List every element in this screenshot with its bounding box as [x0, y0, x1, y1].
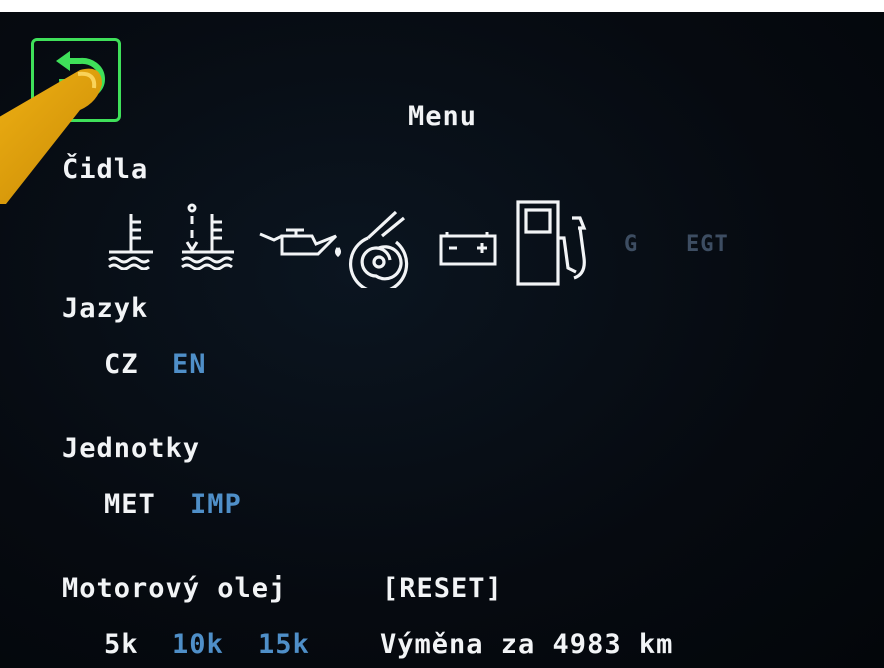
turbo-icon[interactable] [346, 208, 412, 288]
oil-interval-5k[interactable]: 5k [104, 630, 139, 660]
oil-reset-button[interactable]: [RESET] [382, 574, 503, 604]
oil-can-icon[interactable] [256, 224, 342, 264]
oil-interval-10k[interactable]: 10k [172, 630, 224, 660]
oil-label: Motorový olej [62, 573, 287, 604]
language-option-cz[interactable]: CZ [104, 350, 139, 380]
coolant-level-temp-icon[interactable] [178, 202, 238, 270]
oil-change-text: Výměna za 4983 km [380, 629, 674, 660]
units-option-met[interactable]: MET [104, 490, 156, 520]
battery-icon[interactable] [437, 230, 499, 268]
sensor-g[interactable]: G [624, 230, 638, 260]
oil-interval-15k[interactable]: 15k [258, 630, 310, 660]
display-screen: Menu Čidla G EGT Jazyk CZ EN Jednotky ME… [0, 12, 884, 668]
coolant-temp-icon[interactable] [103, 208, 159, 270]
units-option-imp[interactable]: IMP [190, 490, 242, 520]
sensors-label: Čidla [62, 154, 149, 185]
page-title: Menu [408, 101, 478, 132]
units-label: Jednotky [62, 433, 201, 464]
fuel-pump-icon[interactable] [514, 198, 594, 288]
back-button[interactable] [31, 38, 121, 122]
sensor-egt[interactable]: EGT [686, 230, 729, 260]
language-option-en[interactable]: EN [172, 350, 207, 380]
back-arrow-icon [56, 51, 105, 100]
language-label: Jazyk [62, 293, 149, 324]
